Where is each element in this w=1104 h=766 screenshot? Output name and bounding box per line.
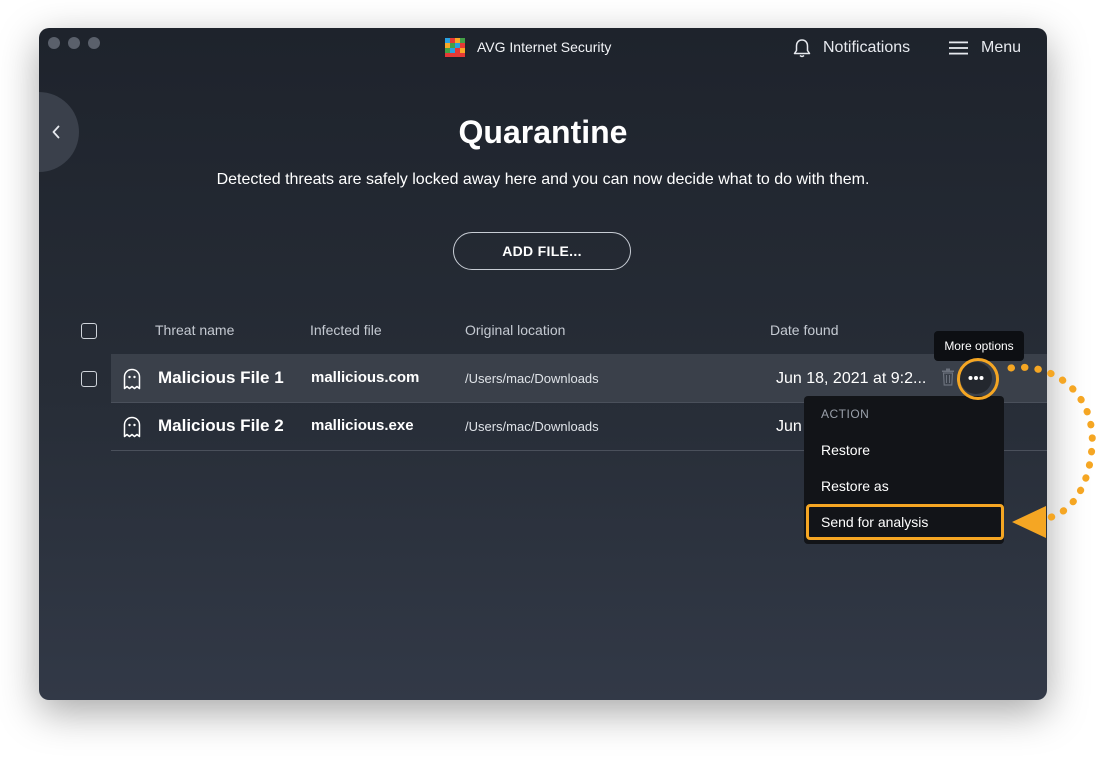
- add-file-button[interactable]: ADD FILE...: [453, 232, 631, 270]
- column-header-infected-file: Infected file: [310, 322, 382, 338]
- infected-file: mallicious.com: [311, 369, 420, 386]
- notifications-label: Notifications: [823, 39, 911, 56]
- bell-icon: [793, 39, 811, 58]
- date-found: Jun 18, 2021 at 9:2...: [776, 370, 927, 387]
- dropdown-header: ACTION: [821, 407, 870, 421]
- menu-button[interactable]: Menu: [949, 37, 1021, 59]
- select-all-checkbox[interactable]: [81, 323, 97, 339]
- highlight-rect-annotation: [806, 504, 1004, 540]
- app-window: AVG Internet Security Notifications Menu…: [39, 28, 1047, 700]
- row-checkbox[interactable]: [81, 371, 97, 387]
- notifications-button[interactable]: Notifications: [793, 37, 910, 59]
- page-title: Quarantine: [458, 114, 628, 150]
- column-header-threat-name: Threat name: [155, 322, 235, 338]
- original-location: /Users/mac/Downloads: [465, 419, 599, 434]
- date-found: Jun: [776, 418, 802, 435]
- more-options-tooltip: More options: [934, 331, 1024, 361]
- avg-logo-icon: [443, 35, 467, 59]
- app-title: AVG Internet Security: [477, 39, 612, 55]
- window-close-dot[interactable]: [48, 37, 60, 49]
- original-location: /Users/mac/Downloads: [465, 371, 599, 386]
- ghost-icon: [123, 368, 141, 390]
- app-brand: AVG Internet Security: [443, 35, 611, 59]
- menu-item-restore[interactable]: Restore: [821, 442, 870, 458]
- page-subtitle: Detected threats are safely locked away …: [216, 171, 870, 188]
- infected-file: mallicious.exe: [311, 417, 414, 434]
- highlight-circle-annotation: [957, 358, 999, 400]
- window-minimize-dot[interactable]: [68, 37, 80, 49]
- ghost-icon: [123, 416, 141, 438]
- menu-label: Menu: [981, 39, 1022, 56]
- threat-name: Malicious File 2: [158, 416, 284, 435]
- column-header-original-location: Original location: [465, 322, 566, 338]
- threat-name: Malicious File 1: [158, 368, 284, 387]
- hamburger-icon: [949, 41, 968, 55]
- trash-icon[interactable]: [941, 368, 955, 386]
- column-header-date-found: Date found: [770, 322, 839, 338]
- window-zoom-dot[interactable]: [88, 37, 100, 49]
- menu-item-restore-as[interactable]: Restore as: [821, 478, 889, 494]
